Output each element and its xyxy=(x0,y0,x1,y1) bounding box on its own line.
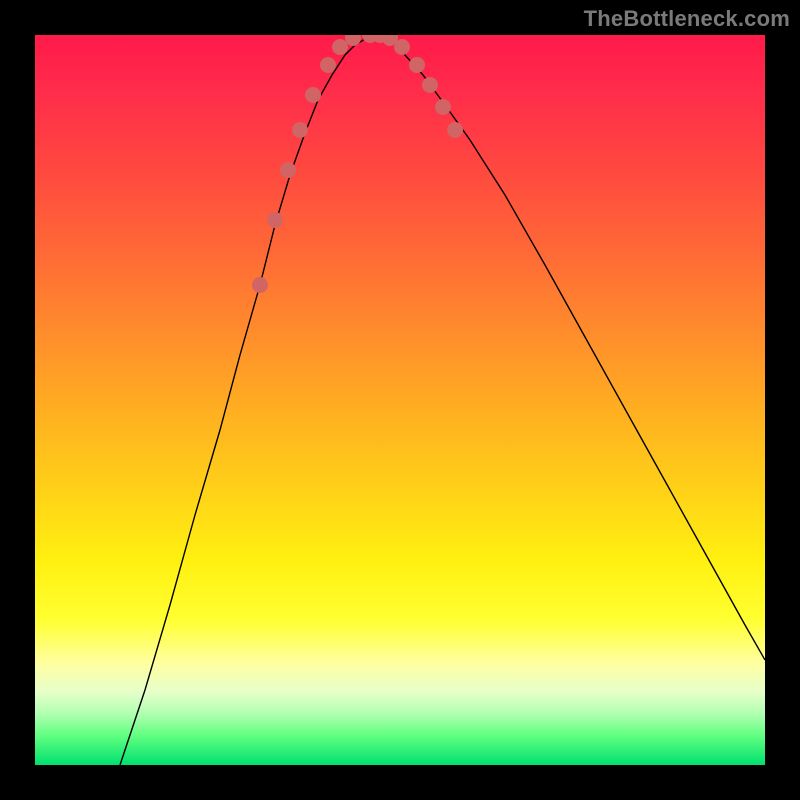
highlight-dot xyxy=(422,77,438,93)
highlight-dot xyxy=(320,57,336,73)
highlight-dot xyxy=(292,122,308,138)
bottleneck-curve xyxy=(120,35,765,765)
highlight-dots xyxy=(252,35,463,293)
watermark-text: TheBottleneck.com xyxy=(584,6,790,32)
highlight-dot xyxy=(435,99,451,115)
highlight-dot xyxy=(280,162,296,178)
highlight-dot xyxy=(267,212,283,228)
curve-svg xyxy=(35,35,765,765)
chart-frame: TheBottleneck.com xyxy=(0,0,800,800)
highlight-dot xyxy=(409,57,425,73)
highlight-dot xyxy=(332,39,348,55)
plot-area xyxy=(35,35,765,765)
highlight-dot xyxy=(394,39,410,55)
highlight-dot xyxy=(447,122,463,138)
highlight-dot xyxy=(305,87,321,103)
highlight-dot xyxy=(252,277,268,293)
